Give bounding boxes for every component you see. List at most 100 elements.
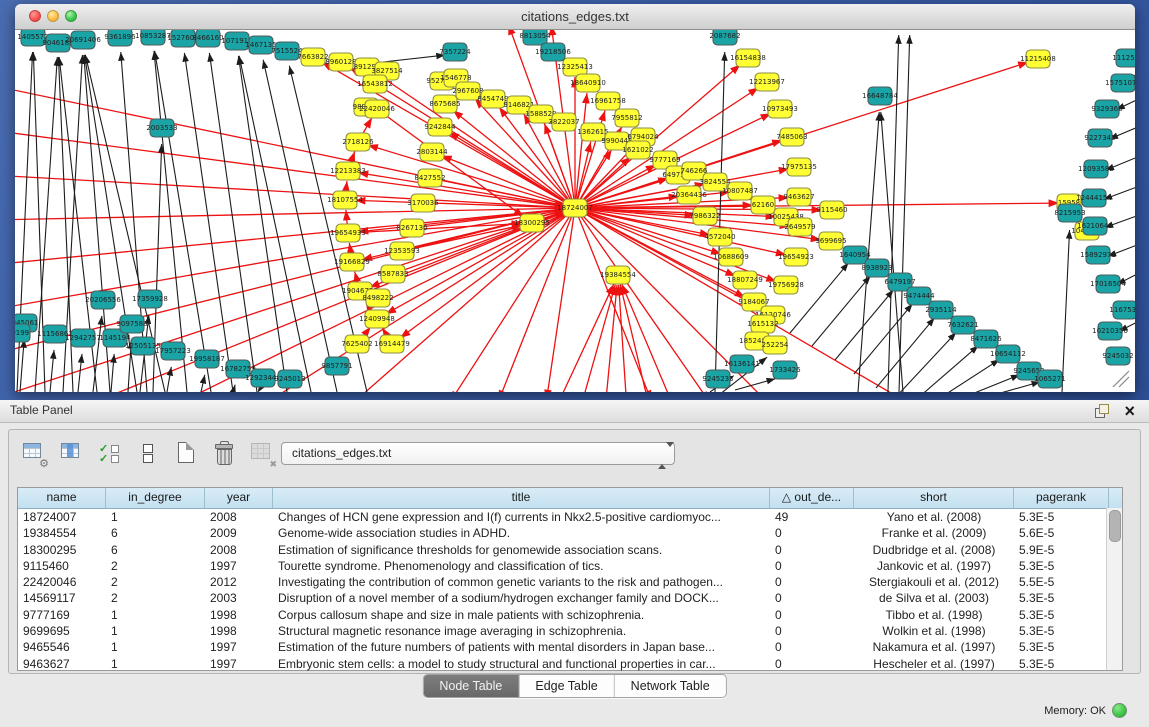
float-panel-icon[interactable] xyxy=(1095,404,1109,418)
tab-edge-table[interactable]: Edge Table xyxy=(519,675,614,697)
table-cell-in_degree[interactable]: 6 xyxy=(106,542,205,558)
table-cell-title[interactable]: Genome-wide association studies in ADHD. xyxy=(273,525,770,541)
table-cell-out_de[interactable]: 49 xyxy=(770,509,854,525)
table-cell-title[interactable]: Estimation of significance thresholds fo… xyxy=(273,542,770,558)
table-cell-in_degree[interactable]: 1 xyxy=(106,623,205,639)
table-source-select[interactable]: citations_edges.txt xyxy=(281,442,675,465)
table-cell-year[interactable]: 1997 xyxy=(205,656,273,672)
table-cell-in_degree[interactable]: 2 xyxy=(106,574,205,590)
table-cell-pagerank[interactable]: 5.3E-5 xyxy=(1014,590,1109,606)
table-cell-title[interactable]: Disruption of a novel member of a sodium… xyxy=(273,590,770,606)
network-window[interactable]: citations_edges.txt 14055729046189206914… xyxy=(15,4,1135,392)
table-cell-short[interactable]: Nakamura et al. (1997) xyxy=(854,639,1014,655)
table-cell-name[interactable]: 9699695 xyxy=(18,623,106,639)
table-cell-out_de[interactable]: 0 xyxy=(770,558,854,574)
table-row[interactable]: 1830029562008Estimation of significance … xyxy=(18,542,1122,558)
table-cell-short[interactable]: Jankovic et al. (1997) xyxy=(854,558,1014,574)
table-cell-name[interactable]: 9463627 xyxy=(18,656,106,672)
table-cell-in_degree[interactable]: 1 xyxy=(106,656,205,672)
table-cell-title[interactable]: Structural magnetic resonance image aver… xyxy=(273,623,770,639)
table-cell-in_degree[interactable]: 1 xyxy=(106,639,205,655)
table-row[interactable]: 977716911998Corpus callosum shape and si… xyxy=(18,607,1122,623)
table-cell-year[interactable]: 1998 xyxy=(205,607,273,623)
table-cell-year[interactable]: 2008 xyxy=(205,509,273,525)
table-cell-short[interactable]: Hescheler et al. (1997) xyxy=(854,656,1014,672)
column-header-year[interactable]: year xyxy=(205,488,273,508)
delete-trash-icon[interactable] xyxy=(211,439,237,467)
table-cell-in_degree[interactable]: 1 xyxy=(106,509,205,525)
table-cell-name[interactable]: 9465546 xyxy=(18,639,106,655)
table-cell-short[interactable]: Wolkin et al. (1998) xyxy=(854,623,1014,639)
table-cell-year[interactable]: 1997 xyxy=(205,558,273,574)
table-cell-out_de[interactable]: 0 xyxy=(770,542,854,558)
table-cell-pagerank[interactable]: 5.3E-5 xyxy=(1014,623,1109,639)
column-header-title[interactable]: title xyxy=(273,488,770,508)
table-cell-in_degree[interactable]: 2 xyxy=(106,590,205,606)
column-header-short[interactable]: short xyxy=(854,488,1014,508)
new-document-icon[interactable] xyxy=(173,439,199,467)
table-cell-out_de[interactable]: 0 xyxy=(770,525,854,541)
table-cell-year[interactable]: 1997 xyxy=(205,639,273,655)
network-canvas[interactable]: 1405572904618920691406936189610853287152… xyxy=(15,30,1135,392)
table-cell-title[interactable]: Tourette syndrome. Phenomenology and cla… xyxy=(273,558,770,574)
table-cell-short[interactable]: Tibbo et al. (1998) xyxy=(854,607,1014,623)
table-cell-title[interactable]: Estimation of the future numbers of pati… xyxy=(273,639,770,655)
table-cell-pagerank[interactable]: 5.6E-5 xyxy=(1014,525,1109,541)
scrollbar-thumb[interactable] xyxy=(1109,510,1121,542)
table-cell-in_degree[interactable]: 2 xyxy=(106,558,205,574)
table-cell-year[interactable]: 2012 xyxy=(205,574,273,590)
minimize-traffic-light-icon[interactable] xyxy=(47,10,59,22)
table-cell-name[interactable]: 14569117 xyxy=(18,590,106,606)
table-cell-name[interactable]: 18300295 xyxy=(18,542,106,558)
column-header-in_degree[interactable]: in_degree xyxy=(106,488,205,508)
rows-icon[interactable] xyxy=(135,439,161,467)
close-panel-icon[interactable]: × xyxy=(1124,400,1135,422)
table-cell-short[interactable]: Franke et al. (2009) xyxy=(854,525,1014,541)
table-cell-pagerank[interactable]: 5.3E-5 xyxy=(1014,607,1109,623)
table-row[interactable]: 969969511998Structural magnetic resonanc… xyxy=(18,623,1122,639)
table-cell-short[interactable]: Yano et al. (2008) xyxy=(854,509,1014,525)
network-window-titlebar[interactable]: citations_edges.txt xyxy=(15,4,1135,30)
select-all-checks-icon[interactable]: ✓✓ xyxy=(97,439,123,467)
table-cell-title[interactable]: Corpus callosum shape and size in male p… xyxy=(273,607,770,623)
table-cell-title[interactable]: Embryonic stem cells: a model to study s… xyxy=(273,656,770,672)
close-traffic-light-icon[interactable] xyxy=(29,10,41,22)
table-column-select-icon[interactable] xyxy=(59,439,85,467)
table-row[interactable]: 911546021997Tourette syndrome. Phenomeno… xyxy=(18,558,1122,574)
node-table[interactable]: namein_degreeyeartitle△ out_de...shortpa… xyxy=(17,487,1123,671)
vertical-scrollbar[interactable] xyxy=(1106,508,1122,670)
table-cell-pagerank[interactable]: 5.5E-5 xyxy=(1014,574,1109,590)
table-cell-title[interactable]: Investigating the contribution of common… xyxy=(273,574,770,590)
column-header-out_de[interactable]: △ out_de... xyxy=(770,488,854,508)
table-cell-pagerank[interactable]: 5.3E-5 xyxy=(1014,656,1109,672)
table-cell-out_de[interactable]: 0 xyxy=(770,639,854,655)
table-row[interactable]: 946362711997Embryonic stem cells: a mode… xyxy=(18,656,1122,672)
table-cell-name[interactable]: 22420046 xyxy=(18,574,106,590)
zoom-traffic-light-icon[interactable] xyxy=(65,10,77,22)
table-row[interactable]: 946554611997Estimation of the future num… xyxy=(18,639,1122,655)
table-cell-year[interactable]: 2003 xyxy=(205,590,273,606)
table-cell-year[interactable]: 2009 xyxy=(205,525,273,541)
table-row[interactable]: 1938455462009Genome-wide association stu… xyxy=(18,525,1122,541)
column-header-name[interactable]: name xyxy=(18,488,106,508)
table-cell-title[interactable]: Changes of HCN gene expression and I(f) … xyxy=(273,509,770,525)
table-cell-name[interactable]: 19384554 xyxy=(18,525,106,541)
table-cell-name[interactable]: 18724007 xyxy=(18,509,106,525)
table-cell-in_degree[interactable]: 6 xyxy=(106,525,205,541)
table-cell-out_de[interactable]: 0 xyxy=(770,574,854,590)
table-cell-out_de[interactable]: 0 xyxy=(770,656,854,672)
table-cell-out_de[interactable]: 0 xyxy=(770,590,854,606)
table-settings-icon[interactable]: ⚙ xyxy=(21,439,47,467)
table-row[interactable]: 2242004622012Investigating the contribut… xyxy=(18,574,1122,590)
table-cell-name[interactable]: 9777169 xyxy=(18,607,106,623)
table-cell-name[interactable]: 9115460 xyxy=(18,558,106,574)
table-row[interactable]: 1872400712008Changes of HCN gene express… xyxy=(18,509,1122,525)
tab-node-table[interactable]: Node Table xyxy=(423,675,519,697)
table-cell-pagerank[interactable]: 5.3E-5 xyxy=(1014,558,1109,574)
table-cell-year[interactable]: 2008 xyxy=(205,542,273,558)
table-row[interactable]: 1456911722003Disruption of a novel membe… xyxy=(18,590,1122,606)
table-cell-pagerank[interactable]: 5.9E-5 xyxy=(1014,542,1109,558)
table-cell-out_de[interactable]: 0 xyxy=(770,623,854,639)
table-cell-in_degree[interactable]: 1 xyxy=(106,607,205,623)
table-cell-short[interactable]: Dudbridge et al. (2008) xyxy=(854,542,1014,558)
